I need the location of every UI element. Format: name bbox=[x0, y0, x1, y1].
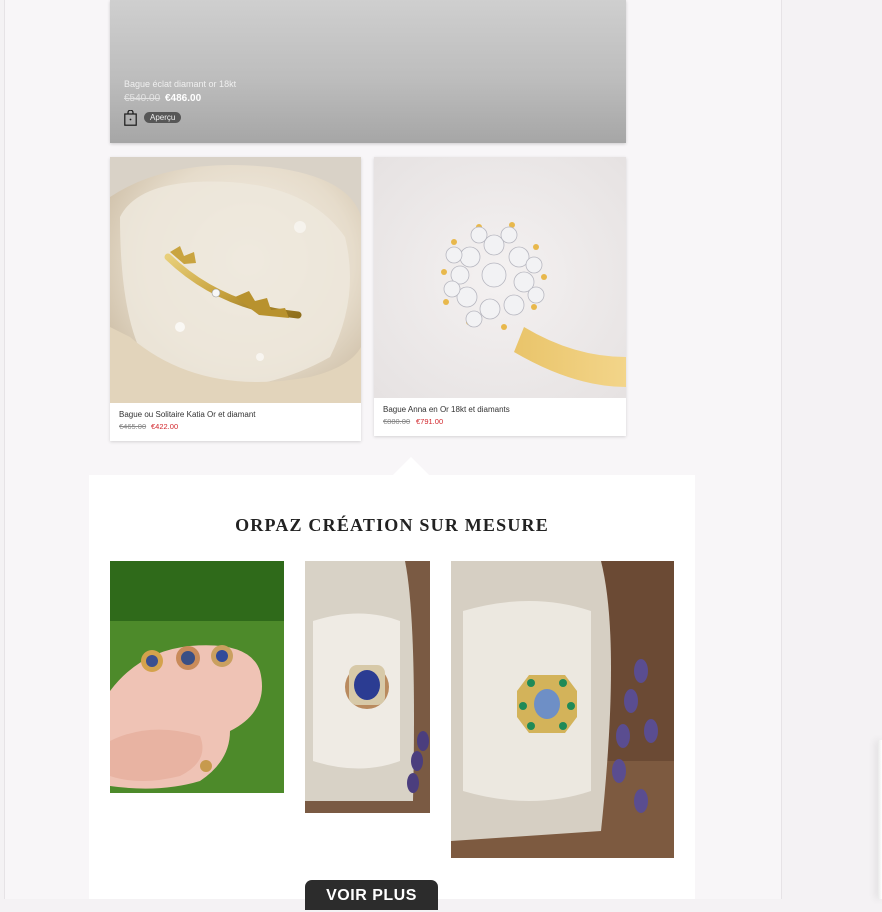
product-old-price: €465.00 bbox=[119, 422, 147, 431]
see-more-button[interactable]: VOIR PLUS bbox=[305, 880, 438, 910]
featured-product-name[interactable]: Bague éclat diamant or 18kt bbox=[124, 79, 236, 89]
custom-photo-emerald-ring[interactable] bbox=[451, 561, 674, 858]
product-card-anna[interactable]: Bague Anna en Or 18kt et diamants €880.0… bbox=[374, 157, 626, 436]
featured-old-price: €540.00 bbox=[124, 93, 161, 104]
product-card-katia[interactable]: Bague ou Solitaire Katia Or et diamant €… bbox=[110, 157, 361, 441]
custom-photo-hand-rings[interactable] bbox=[110, 561, 284, 793]
custom-creation-section: ORPAZ CRÉATION SUR MESURE VOIR PLUS bbox=[89, 457, 695, 910]
quickview-button[interactable]: Aperçu bbox=[144, 112, 182, 123]
product-image-katia-ring[interactable] bbox=[110, 157, 361, 403]
section-pointer bbox=[393, 457, 429, 475]
product-name[interactable]: Bague Anna en Or 18kt et diamants bbox=[383, 405, 510, 414]
product-sale-price: €422.00 bbox=[151, 422, 179, 431]
product-old-price: €880.00 bbox=[383, 417, 411, 426]
side-panel-edge bbox=[878, 740, 882, 899]
product-sale-price: €791.00 bbox=[416, 417, 444, 426]
featured-product-card[interactable]: Bague éclat diamant or 18kt €540.00 €486… bbox=[110, 0, 626, 143]
custom-photo-sapphire-ring[interactable] bbox=[305, 561, 430, 813]
product-name[interactable]: Bague ou Solitaire Katia Or et diamant bbox=[119, 410, 256, 419]
featured-new-price: €486.00 bbox=[165, 93, 202, 104]
product-image-anna-ring[interactable] bbox=[374, 157, 626, 398]
shopping-bag-icon[interactable] bbox=[124, 109, 137, 126]
section-title: ORPAZ CRÉATION SUR MESURE bbox=[235, 515, 549, 535]
